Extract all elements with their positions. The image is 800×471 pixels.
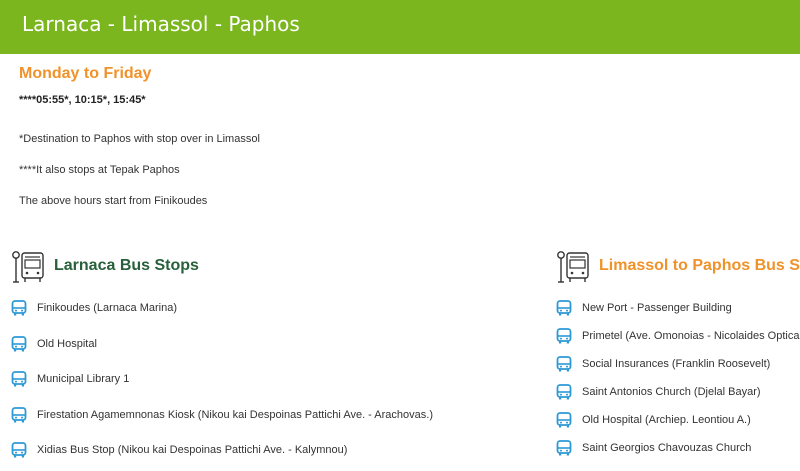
page-header: Larnaca - Limassol - Paphos xyxy=(0,0,800,54)
bus-icon xyxy=(11,335,27,351)
bus-icon xyxy=(556,356,572,372)
bus-stop-sign-icon xyxy=(557,251,589,283)
list-item: Saint Antonios Church (Djelal Bayar) xyxy=(556,384,800,400)
list-item: Finikoudes (Larnaca Marina) xyxy=(11,300,531,316)
schedule-note: *Destination to Paphos with stop over in… xyxy=(19,133,260,145)
stop-name: Municipal Library 1 xyxy=(37,373,130,385)
schedule-block: Monday to Friday ****05:55*, 10:15*, 15:… xyxy=(19,64,619,208)
list-item: Xidias Bus Stop (Nikou kai Despoinas Pat… xyxy=(11,442,531,458)
list-item: Municipal Library 1 xyxy=(11,371,531,387)
schedule-note: ****It also stops at Tepak Paphos xyxy=(19,164,180,176)
bus-icon xyxy=(556,328,572,344)
section-title: Limassol to Paphos Bus Stops xyxy=(599,257,800,274)
departure-times: ****05:55*, 10:15*, 15:45* xyxy=(19,94,146,106)
list-item: Saint Georgios Chavouzas Church xyxy=(556,440,800,456)
list-item: Old Hospital xyxy=(11,335,531,351)
section-title: Larnaca Bus Stops xyxy=(54,257,199,274)
stop-name: Finikoudes (Larnaca Marina) xyxy=(37,302,178,314)
bus-icon xyxy=(556,384,572,400)
stop-name: Xidias Bus Stop (Nikou kai Despoinas Pat… xyxy=(37,444,348,456)
stop-name: Firestation Agamemnonas Kiosk (Nikou kai… xyxy=(37,408,433,421)
stop-name: Old Hospital xyxy=(37,337,97,350)
section-header: Larnaca Bus Stops xyxy=(11,250,531,284)
bus-icon xyxy=(11,442,27,458)
larnaca-stops-section: Larnaca Bus Stops Finikoudes (Larnaca Ma… xyxy=(11,250,531,471)
stop-list: New Port - Passenger Building Primetel (… xyxy=(556,300,800,456)
list-item: New Port - Passenger Building xyxy=(556,300,800,316)
bus-stop-sign-icon xyxy=(12,251,44,283)
limassol-paphos-stops-section: Limassol to Paphos Bus Stops New Port - … xyxy=(556,250,800,469)
stop-name: Social Insurances (Franklin Roosevelt) xyxy=(582,358,771,370)
list-item: Firestation Agamemnonas Kiosk (Nikou kai… xyxy=(11,406,531,422)
stop-name: Saint Georgios Chavouzas Church xyxy=(582,442,752,454)
section-header: Limassol to Paphos Bus Stops xyxy=(556,250,800,284)
stop-name: Saint Antonios Church (Djelal Bayar) xyxy=(582,386,761,398)
bus-icon xyxy=(11,371,27,387)
list-item: Old Hospital (Archiep. Leontiou A.) xyxy=(556,412,800,428)
bus-icon xyxy=(11,406,27,422)
schedule-note: The above hours start from Finikoudes xyxy=(19,195,208,207)
stop-list: Finikoudes (Larnaca Marina) Old Hospital… xyxy=(11,300,531,458)
stop-name: New Port - Passenger Building xyxy=(582,302,732,314)
stop-name: Primetel (Ave. Omonoias - Nicolaides Opt… xyxy=(582,330,800,342)
bus-icon xyxy=(556,440,572,456)
list-item: Social Insurances (Franklin Roosevelt) xyxy=(556,356,800,372)
schedule-heading: Monday to Friday xyxy=(19,65,152,82)
list-item: Primetel (Ave. Omonoias - Nicolaides Opt… xyxy=(556,328,800,344)
route-title: Larnaca - Limassol - Paphos xyxy=(22,12,300,36)
stop-name: Old Hospital (Archiep. Leontiou A.) xyxy=(582,414,751,426)
bus-icon xyxy=(11,300,27,316)
bus-icon xyxy=(556,412,572,428)
bus-icon xyxy=(556,300,572,316)
